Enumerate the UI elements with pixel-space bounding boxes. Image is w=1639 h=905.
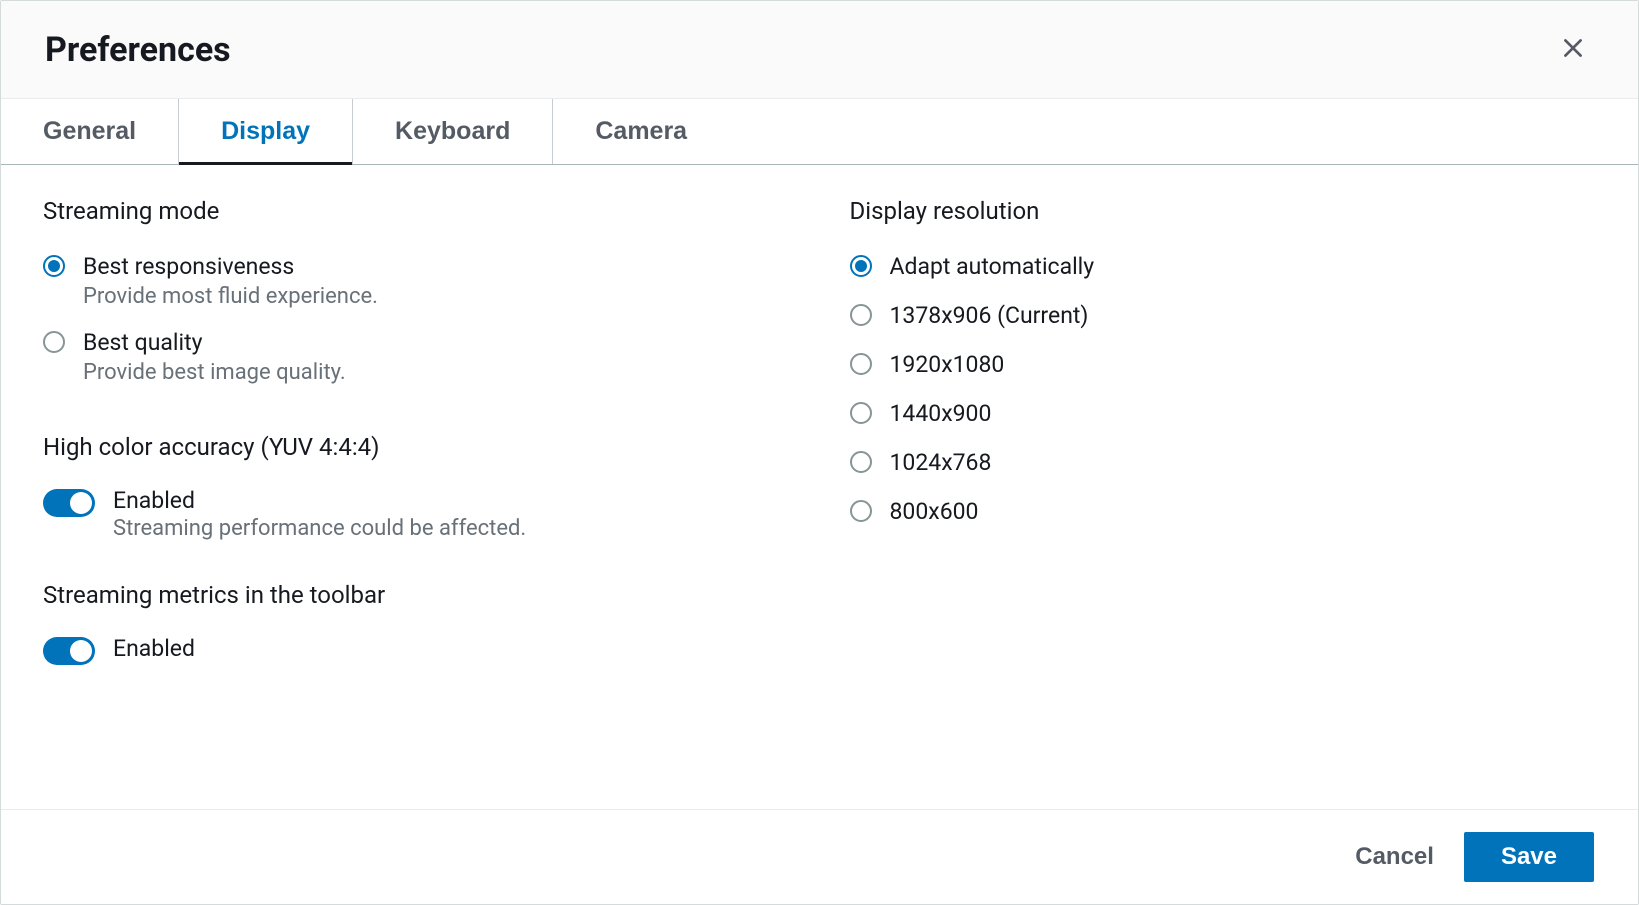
radio-label: 1440x900 <box>890 398 992 429</box>
radio-label: 1024x768 <box>890 447 992 478</box>
radio-text: Best quality Provide best image quality. <box>83 327 346 385</box>
close-icon <box>1560 35 1586 64</box>
metrics-title: Streaming metrics in the toolbar <box>43 581 790 609</box>
preferences-dialog: Preferences General Display Keyboard Cam… <box>0 0 1639 905</box>
radio-text: Best responsiveness Provide most fluid e… <box>83 251 378 309</box>
toggle-metrics: Enabled <box>43 635 790 665</box>
toggle-color-accuracy: Enabled Streaming performance could be a… <box>43 487 790 541</box>
radio-icon <box>850 353 872 375</box>
tab-general[interactable]: General <box>1 99 179 164</box>
dialog-header: Preferences <box>1 1 1638 99</box>
radio-resolution-adapt[interactable]: Adapt automatically <box>850 251 1597 282</box>
toggle-label: Enabled <box>113 635 195 662</box>
resolution-group: Adapt automatically 1378x906 (Current) 1… <box>850 251 1597 527</box>
toggle-text: Enabled Streaming performance could be a… <box>113 487 526 541</box>
radio-resolution-1920[interactable]: 1920x1080 <box>850 349 1597 380</box>
radio-icon <box>850 304 872 326</box>
radio-label: Adapt automatically <box>890 251 1095 282</box>
radio-best-responsiveness[interactable]: Best responsiveness Provide most fluid e… <box>43 251 790 309</box>
radio-label: 800x600 <box>890 496 979 527</box>
radio-resolution-current[interactable]: 1378x906 (Current) <box>850 300 1597 331</box>
radio-desc: Provide most fluid experience. <box>83 284 378 309</box>
toggle-text: Enabled <box>113 635 195 662</box>
radio-label: 1920x1080 <box>890 349 1005 380</box>
resolution-title: Display resolution <box>850 197 1597 225</box>
dialog-title: Preferences <box>45 30 231 70</box>
content: Streaming mode Best responsiveness Provi… <box>1 165 1638 809</box>
radio-icon <box>43 255 65 277</box>
radio-label: 1378x906 (Current) <box>890 300 1089 331</box>
streaming-mode-title: Streaming mode <box>43 197 790 225</box>
close-button[interactable] <box>1552 27 1594 72</box>
tab-keyboard[interactable]: Keyboard <box>353 99 553 164</box>
left-column: Streaming mode Best responsiveness Provi… <box>43 197 790 777</box>
cancel-button[interactable]: Cancel <box>1347 833 1442 881</box>
streaming-mode-group: Best responsiveness Provide most fluid e… <box>43 251 790 385</box>
radio-icon <box>850 402 872 424</box>
color-accuracy-title: High color accuracy (YUV 4:4:4) <box>43 433 790 461</box>
tab-camera[interactable]: Camera <box>553 99 729 164</box>
right-column: Display resolution Adapt automatically 1… <box>850 197 1597 777</box>
radio-resolution-1024[interactable]: 1024x768 <box>850 447 1597 478</box>
radio-desc: Provide best image quality. <box>83 360 346 385</box>
toggle-switch[interactable] <box>43 489 95 517</box>
radio-best-quality[interactable]: Best quality Provide best image quality. <box>43 327 790 385</box>
tab-display[interactable]: Display <box>179 99 353 164</box>
radio-icon <box>43 331 65 353</box>
radio-resolution-800[interactable]: 800x600 <box>850 496 1597 527</box>
toggle-switch[interactable] <box>43 637 95 665</box>
tabs: General Display Keyboard Camera <box>1 99 1638 165</box>
footer: Cancel Save <box>1 809 1638 904</box>
radio-icon <box>850 500 872 522</box>
radio-label: Best quality <box>83 327 346 358</box>
toggle-label: Enabled <box>113 487 526 514</box>
radio-icon <box>850 451 872 473</box>
radio-label: Best responsiveness <box>83 251 378 282</box>
save-button[interactable]: Save <box>1464 832 1594 882</box>
toggle-desc: Streaming performance could be affected. <box>113 516 526 541</box>
radio-icon <box>850 255 872 277</box>
radio-resolution-1440[interactable]: 1440x900 <box>850 398 1597 429</box>
